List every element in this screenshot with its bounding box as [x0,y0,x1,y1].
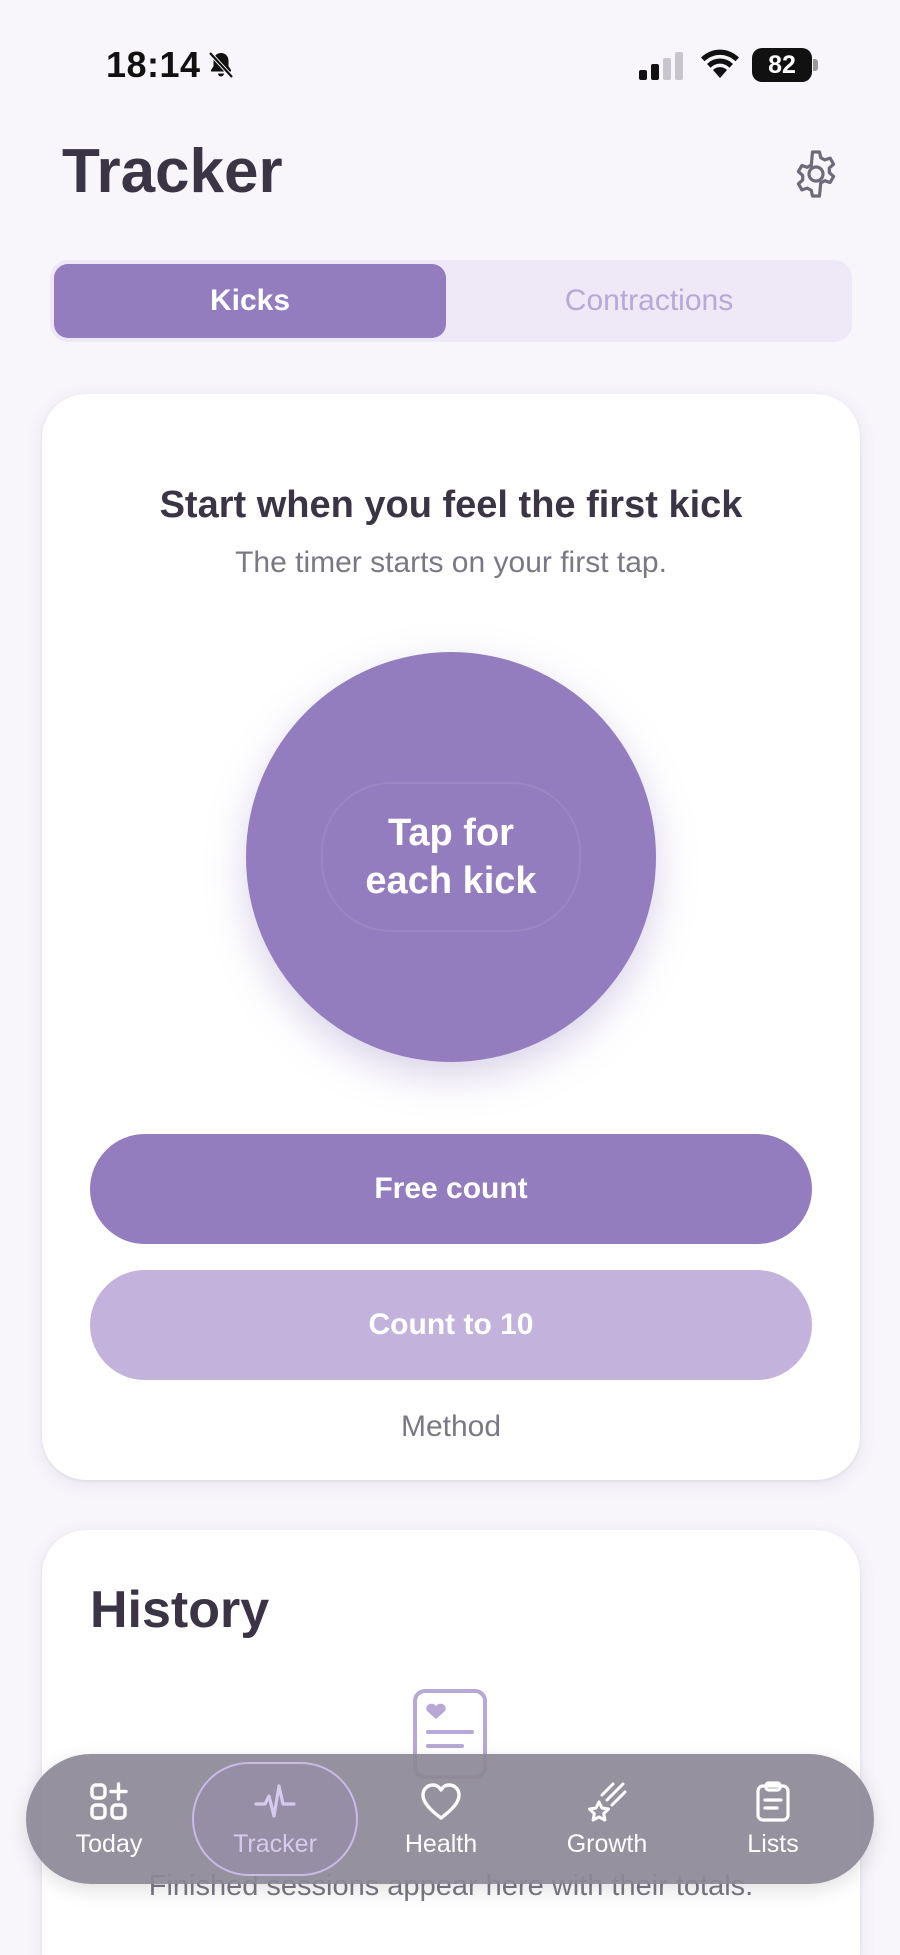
battery-level: 82 [752,48,812,82]
tab-today[interactable]: Today [26,1754,192,1884]
tap-kick-label: Tap for each kick [365,812,537,902]
tab-growth-label: Growth [566,1829,648,1858]
kick-counter-card: Start when you feel the first kick The t… [42,394,860,1480]
tab-health[interactable]: Health [358,1754,524,1884]
tab-tracker-label: Tracker [233,1829,317,1858]
tab-today-label: Today [75,1829,143,1858]
tab-kicks[interactable]: Kicks [54,264,446,338]
kick-card-heading: Start when you feel the first kick [159,484,743,526]
grid-plus-icon [90,1781,128,1820]
page-title: Tracker [62,137,283,206]
heart-icon [421,1782,461,1820]
tab-lists-label: Lists [747,1829,799,1858]
clipboard-icon [756,1780,790,1822]
shooting-star-icon [588,1782,627,1821]
tracker-type-segmented-control: Kicks Contractions [50,260,852,342]
pulse-icon [254,1783,296,1818]
tab-tracker[interactable]: Tracker [192,1754,358,1884]
history-card: History Finished sessions appear here wi… [42,1530,860,1955]
status-bar: 18:14 82 [0,0,900,130]
bell-slash-icon [208,51,234,79]
battery-tip [813,59,818,71]
tab-growth[interactable]: Growth [524,1754,690,1884]
cellular-signal-icon [639,52,683,80]
tab-health-label: Health [404,1829,478,1858]
tap-kick-inner: Tap for each kick [321,782,581,932]
tab-contractions[interactable]: Contractions [450,264,848,338]
free-count-button[interactable]: Free count [90,1134,812,1244]
battery-indicator: 82 [752,48,818,82]
wifi-icon [701,49,739,78]
method-label: Method [400,1410,502,1443]
tab-lists[interactable]: Lists [690,1754,856,1884]
status-time: 18:14 [106,44,201,85]
count-to-10-button[interactable]: Count to 10 [90,1270,812,1380]
kick-card-subtitle: The timer starts on your first tap. [235,546,667,579]
tap-kick-button[interactable]: Tap for each kick [246,652,656,1062]
history-title: History [90,1581,270,1639]
bottom-tab-bar: Today Tracker Health Growth Lists [26,1754,874,1884]
gear-icon[interactable] [790,148,842,200]
